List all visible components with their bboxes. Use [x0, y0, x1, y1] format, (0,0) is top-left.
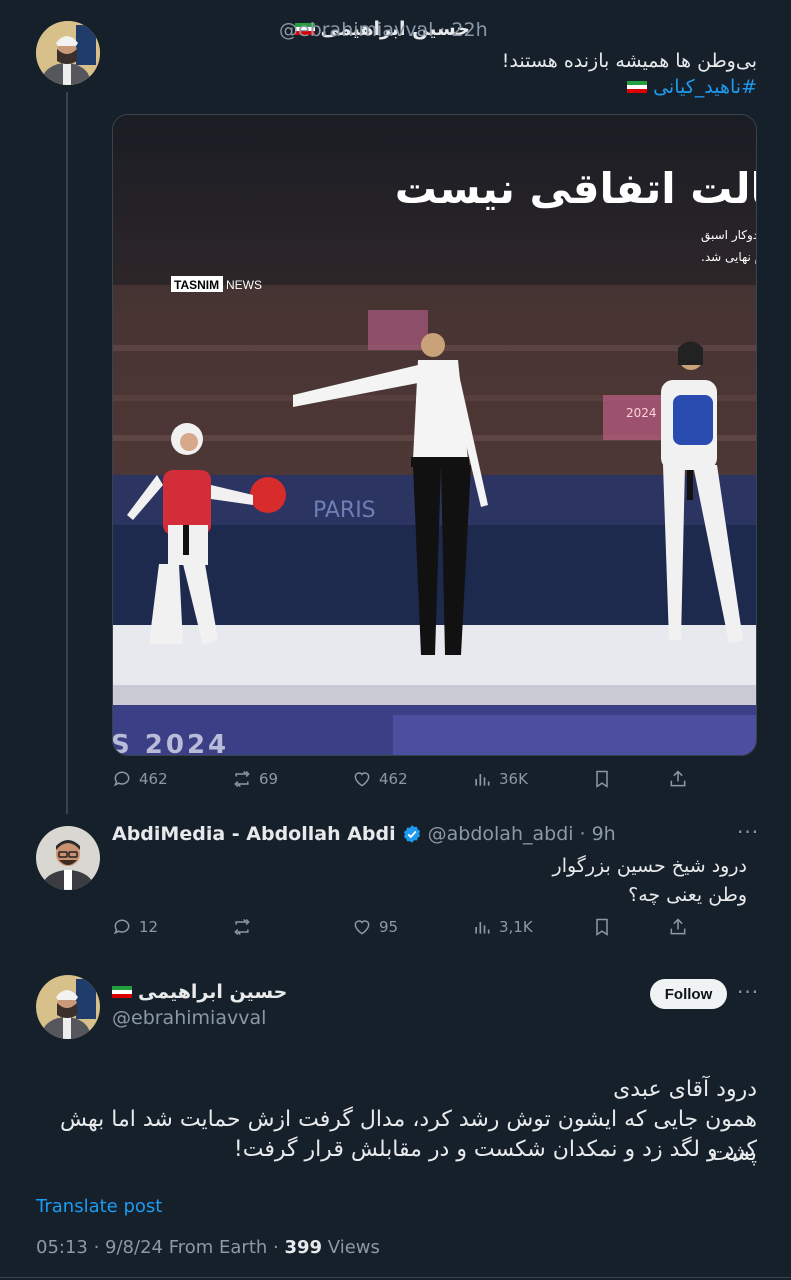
tweet-header: حسین ابراهیمی: [112, 981, 287, 1003]
views-count: 3,1K: [499, 918, 533, 936]
separator: ·: [439, 19, 446, 41]
bookmark-button[interactable]: [592, 917, 612, 937]
avatar[interactable]: [36, 975, 100, 1039]
translate-post-link[interactable]: Translate post: [36, 1196, 162, 1217]
repost-icon: [234, 770, 250, 788]
tweet-time[interactable]: 22h: [451, 19, 487, 41]
hashtag-link[interactable]: #ناهید_کیانی: [653, 76, 757, 98]
views-icon: [475, 774, 490, 786]
thread-line: [66, 92, 68, 814]
like-icon: [354, 772, 370, 787]
year-sign-text: 2024: [626, 406, 657, 420]
share-button[interactable]: [668, 769, 688, 789]
share-button[interactable]: [668, 917, 688, 937]
reply-icon: [113, 919, 130, 935]
like-count: 95: [379, 918, 399, 936]
olympics-banner-text: S 2024: [113, 730, 229, 756]
author-name[interactable]: AbdiMedia - Abdollah Abdi: [112, 823, 396, 845]
tweet-header: AbdiMedia - Abdollah Abdi @abdolah_abdi …: [112, 823, 616, 845]
post-timestamp[interactable]: 05:13 · 9/8/24 From Earth ·: [36, 1237, 279, 1258]
tweet-meta: @ebrahimiavval · 22h: [279, 19, 488, 41]
author-handle[interactable]: @abdolah_abdi: [428, 823, 574, 845]
verified-icon: [403, 825, 420, 843]
iran-flag-icon: [112, 985, 132, 999]
repost-button[interactable]: [232, 917, 259, 937]
author-name[interactable]: حسین ابراهیمی: [138, 981, 287, 1003]
bookmark-icon: [596, 770, 608, 788]
reply-count: 462: [139, 770, 168, 788]
separator: ·: [579, 823, 586, 845]
views-button[interactable]: 36K: [472, 769, 528, 789]
main-line1: درود آقای عبدی: [613, 1077, 757, 1102]
hashtag-row: #ناهید_کیانی: [627, 76, 757, 98]
post-meta: 05:13 · 9/8/24 From Earth · 399 Views: [36, 1237, 380, 1258]
more-icon[interactable]: ···: [737, 980, 759, 1004]
image-headline: اصالت اتفاقی نیست: [395, 164, 757, 213]
divider: [0, 1277, 791, 1278]
like-button[interactable]: 462: [352, 769, 408, 789]
post-views-label: Views: [327, 1237, 380, 1258]
views-button[interactable]: 3,1K: [472, 917, 533, 937]
repost-icon: [234, 918, 250, 936]
tweet-text: بی‌وطن ها همیشه بازنده هستند!: [501, 50, 757, 72]
views-count: 36K: [499, 770, 528, 788]
avatar[interactable]: [36, 21, 100, 85]
image-caption-line1: ناهید کیانی در مسابقات تکواندو المپیک ۲۰…: [701, 228, 757, 243]
bookmark-button[interactable]: [592, 769, 612, 789]
post-views-count: 399: [284, 1237, 323, 1258]
reply-button[interactable]: 12: [112, 917, 158, 937]
reply-line1: درود شیخ حسین بزرگوار: [552, 855, 747, 877]
reply-button[interactable]: 462: [112, 769, 168, 789]
more-icon[interactable]: ···: [737, 820, 759, 844]
share-icon: [670, 770, 686, 787]
avatar[interactable]: [36, 826, 100, 890]
follow-button[interactable]: Follow: [650, 979, 727, 1009]
like-count: 462: [379, 770, 408, 788]
bookmark-icon: [596, 918, 608, 936]
tweet-image[interactable]: PARIS 2024 اصالت اتفاقی نیست ناهید کیانی…: [112, 114, 757, 756]
share-icon: [670, 918, 686, 935]
author-handle-row: @ebrahimiavval: [112, 1007, 266, 1029]
author-handle[interactable]: @ebrahimiavval: [279, 19, 433, 41]
like-icon: [354, 920, 370, 935]
paris-logo-text: PARIS: [313, 498, 376, 523]
reply-count: 12: [139, 918, 159, 936]
tasnim-brand: TASNIM: [174, 278, 219, 292]
repost-count: 69: [259, 770, 279, 788]
main-line3: کرد و لگد زد و نمکدان شکست و در مقابلش ق…: [233, 1137, 757, 1162]
iran-flag-icon: [627, 80, 648, 94]
tasnim-news: NEWS: [226, 278, 262, 292]
views-icon: [475, 922, 490, 934]
like-button[interactable]: 95: [352, 917, 398, 937]
repost-button[interactable]: 69: [232, 769, 278, 789]
reply-icon: [113, 771, 130, 787]
reply-line2: وطن یعنی چه؟: [628, 884, 747, 906]
author-handle[interactable]: @ebrahimiavval: [112, 1007, 266, 1029]
image-caption-line2: ایران که زیر پرچم بلغارستان رقابت میکند،…: [701, 250, 757, 265]
tweet-time[interactable]: 9h: [592, 823, 616, 845]
